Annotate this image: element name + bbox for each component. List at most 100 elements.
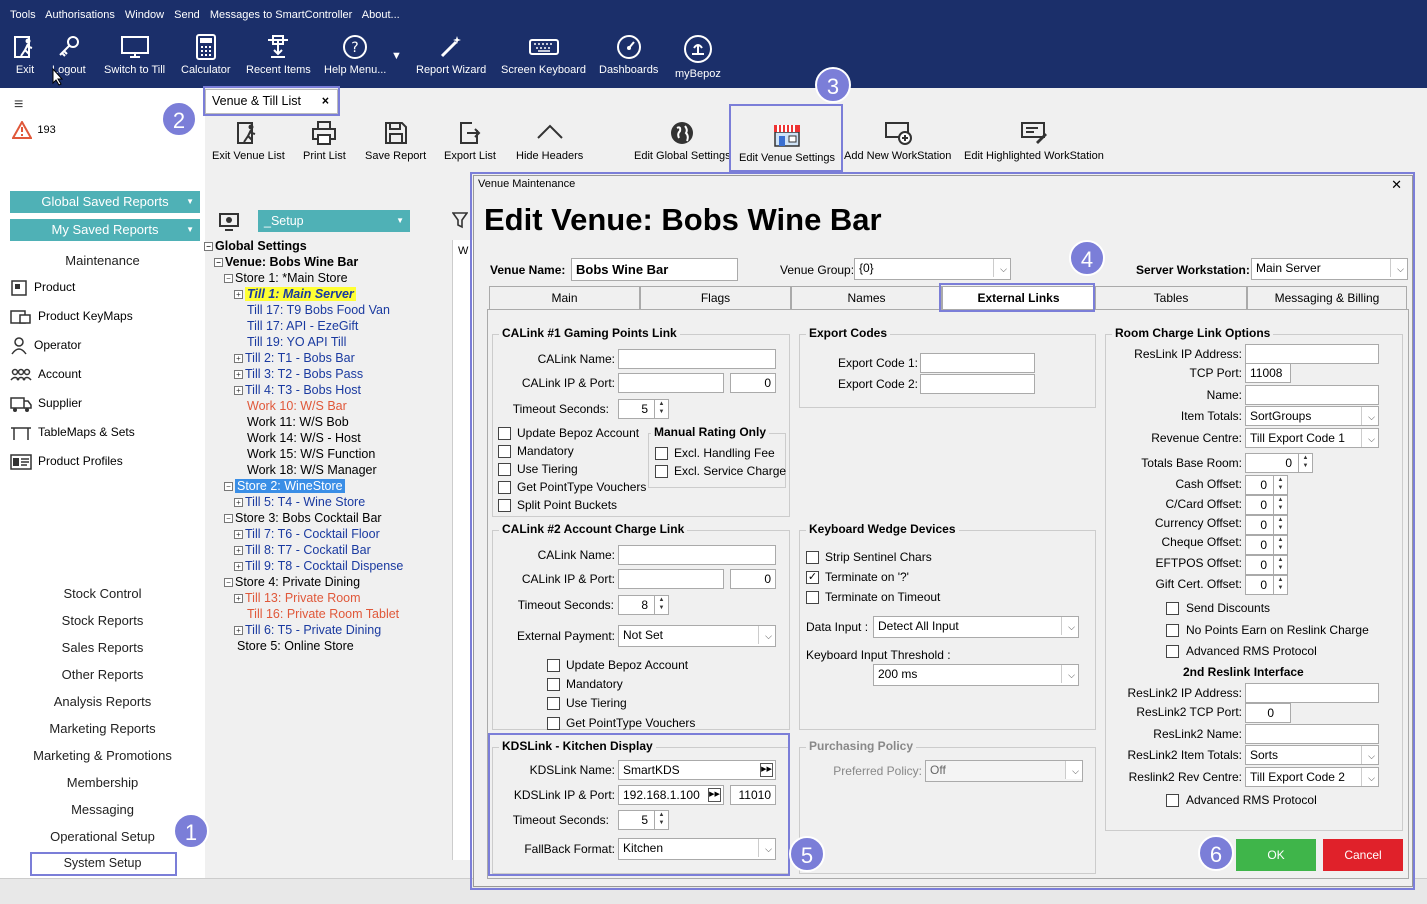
keyboard-icon — [528, 39, 559, 55]
warning-icon — [11, 119, 33, 139]
tree-store-4[interactable]: − Store 4: Private Dining — [224, 574, 360, 590]
sidebar: ≡ 193 Global Saved Reports ▼ My Saved Rep… — [0, 88, 205, 878]
printer-icon — [312, 121, 337, 145]
edit-highlighted-workstation-label: Edit Highlighted WorkStation — [964, 150, 1104, 162]
calculator-button[interactable]: Calculator — [181, 34, 231, 76]
tree-till-1[interactable]: + Till 1: Main Server — [234, 286, 356, 302]
screen-keyboard-button[interactable]: Screen Keyboard — [501, 34, 586, 76]
callout-4: 4 — [1069, 240, 1105, 276]
menu-about[interactable]: About... — [362, 9, 400, 21]
mybepoz-icon — [683, 35, 712, 63]
sidebar-item-product-profiles[interactable]: Product Profiles — [10, 453, 123, 471]
sidebar-report-sales-reports[interactable]: Sales Reports — [0, 640, 205, 655]
mybepoz-button[interactable]: myBepoz — [675, 34, 721, 80]
tree-till-13[interactable]: + Till 13: Private Room — [234, 590, 361, 606]
mouse-cursor-icon — [52, 67, 64, 89]
edit-global-settings-label: Edit Global Settings — [634, 150, 731, 162]
hide-headers-button[interactable]: Hide Headers — [516, 120, 583, 162]
tree-till-3[interactable]: + Till 3: T2 - Bobs Pass — [234, 366, 363, 382]
help-menu-button[interactable]: ? Help Menu... — [324, 34, 386, 76]
chevron-down-icon[interactable]: ▼ — [391, 50, 402, 62]
sidebar-report-messaging[interactable]: Messaging — [0, 802, 205, 817]
tree-global-settings[interactable]: − Global Settings — [204, 238, 307, 254]
tree-till-6[interactable]: + Till 6: T5 - Private Dining — [234, 622, 381, 638]
switch-to-till-button[interactable]: Switch to Till — [104, 34, 165, 76]
highlight-venue-tab — [203, 86, 340, 116]
sidebar-report-other-reports[interactable]: Other Reports — [0, 667, 205, 682]
export-icon — [459, 122, 481, 144]
truck-icon — [10, 397, 32, 412]
gauge-icon — [616, 35, 641, 59]
dashboards-button[interactable]: Dashboards — [599, 34, 658, 76]
report-wizard-button[interactable]: Report Wizard — [416, 34, 486, 76]
help-label: Help Menu... — [324, 64, 387, 76]
tree-work-10[interactable]: Work 10: W/S Bar — [247, 398, 347, 414]
global-saved-reports-button[interactable]: Global Saved Reports ▼ — [10, 191, 200, 213]
sidebar-item-operator[interactable]: Operator — [10, 337, 81, 355]
tree-till-9[interactable]: + Till 9: T8 - Cocktail Dispense — [234, 558, 403, 574]
menu-authorisations[interactable]: Authorisations — [45, 9, 115, 21]
sidebar-report-marketing-promotions[interactable]: Marketing & Promotions — [0, 748, 205, 763]
hide-headers-label: Hide Headers — [516, 150, 584, 162]
menu-messages[interactable]: Messages to SmartController — [210, 9, 352, 21]
callout-2: 2 — [161, 101, 197, 137]
exit-button[interactable]: Exit — [12, 34, 38, 76]
svg-text:?: ? — [351, 40, 358, 56]
tree-store-5[interactable]: Store 5: Online Store — [237, 638, 354, 654]
tree-till-17b[interactable]: Till 17: API - EzeGift — [247, 318, 358, 334]
menu-tools[interactable]: Tools — [10, 9, 36, 21]
hamburger-menu-icon[interactable]: ≡ — [14, 96, 23, 114]
my-saved-reports-label: My Saved Reports — [51, 222, 159, 237]
sidebar-report-membership[interactable]: Membership — [0, 775, 205, 790]
setup-select[interactable]: _Setup ▼ — [258, 210, 410, 232]
tree-work-15[interactable]: Work 15: W/S Function — [247, 446, 375, 462]
my-saved-reports-button[interactable]: My Saved Reports ▼ — [10, 219, 200, 241]
tree-store-1[interactable]: − Store 1: *Main Store — [224, 270, 348, 286]
sidebar-item-product-keymaps[interactable]: Product KeyMaps — [10, 308, 133, 326]
sidebar-report-marketing-reports[interactable]: Marketing Reports — [0, 721, 205, 736]
tree-till-19[interactable]: Till 19: YO API Till — [247, 334, 346, 350]
tree-till-2[interactable]: + Till 2: T1 - Bobs Bar — [234, 350, 355, 366]
tree-till-4[interactable]: + Till 4: T3 - Bobs Host — [234, 382, 361, 398]
tree-till-5[interactable]: + Till 5: T4 - Wine Store — [234, 494, 365, 510]
export-list-button[interactable]: Export List — [444, 120, 496, 162]
maintenance-header[interactable]: Maintenance — [0, 253, 205, 268]
menu-send[interactable]: Send — [174, 9, 200, 21]
recent-items-button[interactable]: Recent Items — [246, 34, 311, 76]
tree-till-16[interactable]: Till 16: Private Room Tablet — [247, 606, 399, 622]
sidebar-report-analysis-reports[interactable]: Analysis Reports — [0, 694, 205, 709]
chevron-up-icon — [536, 124, 563, 139]
tree-till-8[interactable]: + Till 8: T7 - Cockatil Bar — [234, 542, 371, 558]
sidebar-item-label: TableMaps & Sets — [38, 425, 135, 440]
add-new-workstation-button[interactable]: Add New WorkStation — [844, 120, 951, 162]
callout-5: 5 — [789, 836, 825, 872]
group-icon — [10, 368, 32, 381]
top-toolbar: Tools Authorisations Window Send Message… — [0, 0, 1427, 88]
tree-venue[interactable]: − Venue: Bobs Wine Bar — [214, 254, 358, 270]
sidebar-item-tablemaps[interactable]: TableMaps & Sets — [10, 424, 135, 442]
tree-store-3[interactable]: − Store 3: Bobs Cocktail Bar — [224, 510, 382, 526]
tree-till-7[interactable]: + Till 7: T6 - Cocktail Floor — [234, 526, 380, 542]
print-list-button[interactable]: Print List — [303, 120, 346, 162]
tree-store-2[interactable]: − Store 2: WineStore — [224, 478, 345, 494]
sidebar-item-supplier[interactable]: Supplier — [10, 395, 82, 413]
save-report-button[interactable]: Save Report — [365, 120, 426, 162]
sidebar-item-product[interactable]: Product — [10, 279, 75, 297]
tree-work-14[interactable]: Work 14: W/S - Host — [247, 430, 361, 446]
filter-icon[interactable] — [451, 211, 469, 234]
sidebar-report-stock-control[interactable]: Stock Control — [0, 586, 205, 601]
tree-till-17a[interactable]: Till 17: T9 Bobs Food Van — [247, 302, 390, 318]
edit-global-settings-button[interactable]: Edit Global Settings — [634, 120, 731, 162]
sidebar-report-stock-reports[interactable]: Stock Reports — [0, 613, 205, 628]
workstation-icon[interactable] — [218, 212, 242, 235]
menu-window[interactable]: Window — [125, 9, 164, 21]
exit-venue-list-button[interactable]: Exit Venue List — [212, 120, 285, 162]
sidebar-item-account[interactable]: Account — [10, 366, 81, 384]
wand-icon — [441, 36, 462, 58]
sidebar-item-label: Product — [34, 280, 76, 295]
user-icon — [11, 337, 27, 355]
edit-highlighted-workstation-button[interactable]: Edit Highlighted WorkStation — [964, 120, 1104, 162]
tree-work-18[interactable]: Work 18: W/S Manager — [247, 462, 377, 478]
alert-badge[interactable]: 193 — [11, 119, 56, 139]
tree-work-11[interactable]: Work 11: W/S Bob — [247, 414, 349, 430]
